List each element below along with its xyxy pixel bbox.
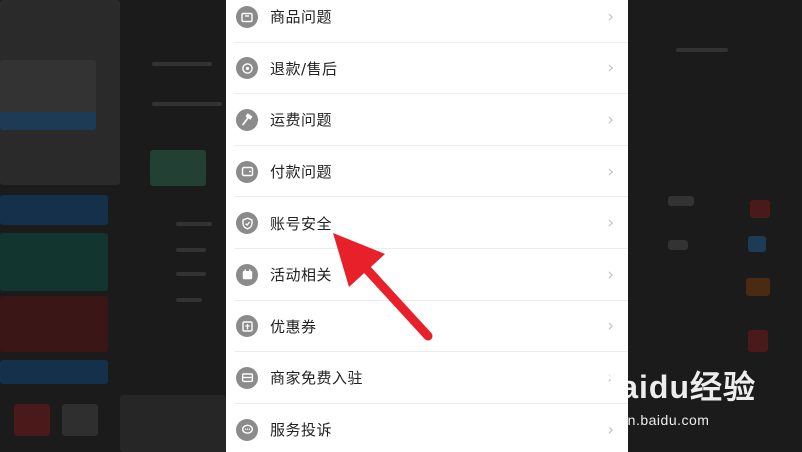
menu-item-label: 退款/售后 (270, 59, 338, 78)
chevron-right-icon: › (607, 161, 614, 182)
chat-icon (236, 418, 258, 441)
calendar-icon (236, 263, 258, 286)
background-app-left (0, 0, 226, 452)
menu-item-label: 付款问题 (270, 163, 333, 182)
background-app-icon (748, 236, 766, 252)
background-tile (0, 296, 108, 352)
refund-icon (236, 57, 258, 80)
background-line (152, 62, 212, 66)
background-line (176, 272, 206, 276)
chevron-right-icon: › (607, 6, 614, 27)
background-line (176, 298, 202, 302)
menu-item-shipping[interactable]: 运费问题 › (226, 94, 628, 146)
menu-item-activities[interactable]: 活动相关 › (226, 249, 628, 301)
background-app-icon (748, 330, 768, 352)
background-line (676, 48, 728, 52)
hammer-icon (236, 108, 258, 131)
chevron-right-icon: › (607, 58, 614, 79)
background-line (176, 248, 206, 252)
menu-item-merchant-join[interactable]: 商家免费入驻 › (226, 352, 628, 404)
background-app-icon (62, 404, 98, 436)
menu-item-label: 商家免费入驻 (270, 369, 364, 388)
menu-item-label: 活动相关 (270, 266, 333, 285)
background-badge (668, 196, 694, 206)
shield-icon (236, 212, 258, 235)
background-app-icon (750, 200, 770, 218)
background-tile (0, 360, 108, 384)
watermark-url: jingyan.baidu.com (588, 412, 710, 428)
background-thumbnail (150, 150, 206, 186)
menu-item-payment[interactable]: 付款问题 › (226, 146, 628, 198)
background-tile (0, 233, 108, 291)
background-line (152, 102, 222, 106)
background-card (120, 395, 226, 452)
menu-item-label: 服务投诉 (270, 421, 333, 440)
background-line (176, 222, 212, 226)
menu-item-refund[interactable]: 退款/售后 › (226, 43, 628, 95)
chevron-right-icon: › (607, 264, 614, 285)
watermark-brand: Baidu经验 (596, 369, 756, 405)
chevron-right-icon: › (607, 109, 614, 130)
watermark: Baidu经验 jingyan.baidu.com (588, 362, 756, 428)
background-badge (668, 240, 688, 250)
wallet-icon (236, 160, 258, 183)
menu-item-label: 账号安全 (270, 214, 333, 233)
menu-item-coupons[interactable]: 优惠券 › (226, 301, 628, 353)
menu-item-product-issues[interactable]: 商品问题 › (226, 0, 628, 43)
chevron-right-icon: › (607, 213, 614, 234)
coupon-icon (236, 315, 258, 338)
help-category-panel: 商品问题 › 退款/售后 › 运费问题 › 付款问题 › 账号安全 › 活动相关… (226, 0, 628, 452)
background-app-icon (746, 278, 770, 296)
menu-item-label: 商品问题 (270, 8, 333, 27)
menu-item-complaints[interactable]: 服务投诉 › (226, 404, 628, 452)
menu-item-label: 运费问题 (270, 111, 333, 130)
background-tile (0, 195, 108, 225)
background-button (0, 112, 96, 130)
background-app-icon (14, 404, 50, 436)
menu-item-label: 优惠券 (270, 317, 317, 336)
chevron-right-icon: › (607, 316, 614, 337)
box-icon (236, 5, 258, 28)
store-icon (236, 366, 258, 389)
menu-item-account-security[interactable]: 账号安全 › (226, 197, 628, 249)
